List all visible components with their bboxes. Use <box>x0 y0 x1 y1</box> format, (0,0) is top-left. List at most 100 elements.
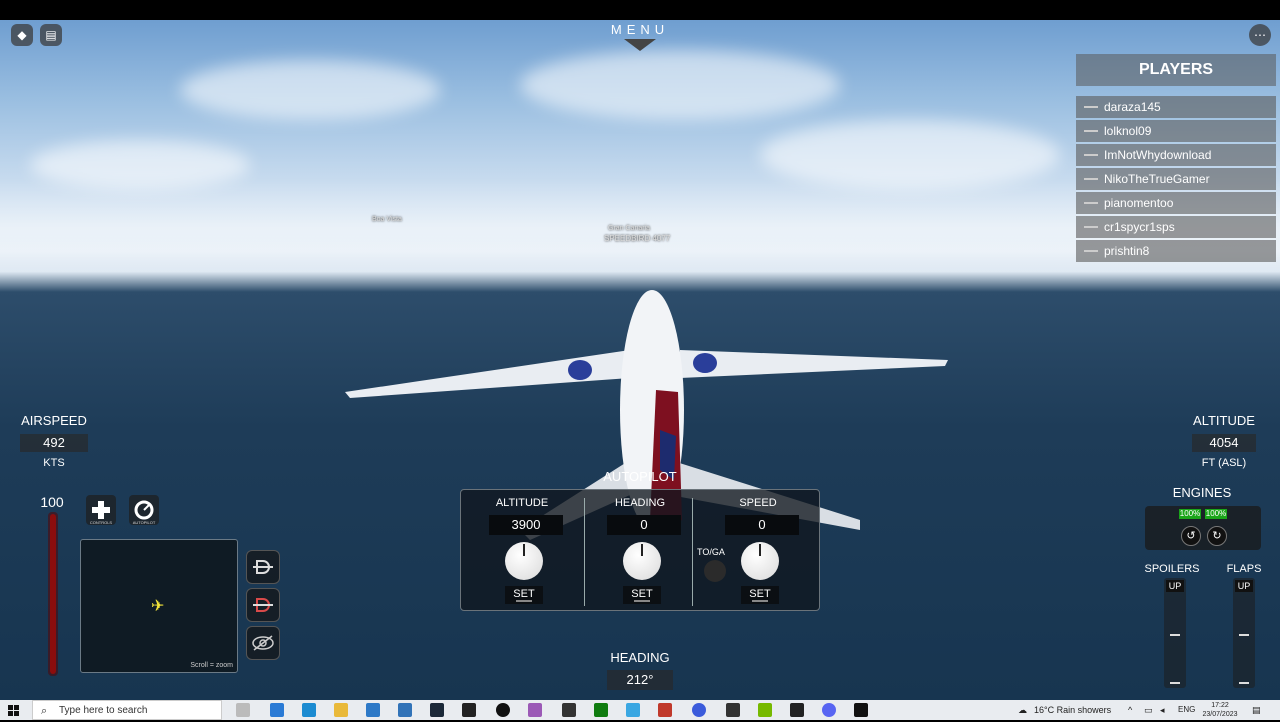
gauge-icon <box>134 500 154 520</box>
xbox-icon[interactable] <box>594 703 608 717</box>
controls-caption: CONTROLS <box>89 520 113 525</box>
spoilers-tick <box>1170 634 1180 636</box>
steam-icon[interactable] <box>430 703 444 717</box>
player-row[interactable]: cr1spycr1sps <box>1076 216 1276 238</box>
edge-browser-icon[interactable] <box>302 703 316 717</box>
clock-time: 17:22 <box>1211 702 1229 709</box>
player-row[interactable]: daraza145 <box>1076 96 1276 118</box>
windows-taskbar: ⌕ Type here to search ☁ 16°C Rain shower… <box>0 700 1280 720</box>
toga-label: TO/GA <box>697 547 725 557</box>
aircraft-callsign-label: SPEEDBIRD 4077 <box>604 234 671 243</box>
engine-left-toggle-icon[interactable]: ↺ <box>1181 526 1201 546</box>
app-icon[interactable] <box>496 703 510 717</box>
taskbar-search-input[interactable]: ⌕ Type here to search <box>32 700 222 720</box>
airspeed-unit: KTS <box>43 457 65 469</box>
menu-button[interactable]: MENU <box>600 22 680 51</box>
app-icon[interactable] <box>658 703 672 717</box>
gear-down-button[interactable] <box>246 550 280 584</box>
app-icon[interactable] <box>692 703 706 717</box>
language-indicator[interactable]: ENG <box>1178 700 1195 720</box>
mail-icon[interactable] <box>366 703 380 717</box>
weather-icon[interactable]: ☁ <box>1018 700 1028 720</box>
store-icon[interactable] <box>398 703 412 717</box>
engine-right-percent: 100% <box>1205 509 1227 519</box>
volume-icon[interactable]: ◂ <box>1160 700 1165 720</box>
file-explorer-icon[interactable] <box>334 703 348 717</box>
more-options-icon[interactable]: ⋯ <box>1249 24 1271 46</box>
landing-gear-icon <box>253 560 273 574</box>
ap-altitude-knob[interactable] <box>505 542 543 580</box>
cloud <box>180 60 440 120</box>
ap-heading-column: HEADING 0 SET <box>581 490 699 610</box>
spoilers-state: UP <box>1166 580 1184 592</box>
search-placeholder: Type here to search <box>59 705 148 716</box>
notification-icon[interactable]: ▤ <box>1252 700 1261 720</box>
ap-speed-knob[interactable] <box>741 542 779 580</box>
player-row[interactable]: NikoTheTrueGamer <box>1076 168 1276 190</box>
tray-chevron-icon[interactable]: ^ <box>1128 700 1132 720</box>
flaps-state: UP <box>1235 580 1253 592</box>
clock[interactable]: 17:22 23/07/2023 <box>1200 700 1240 719</box>
ap-speed-label: SPEED <box>739 497 777 509</box>
throttle-fill <box>50 514 56 674</box>
player-row[interactable]: pianomentoo <box>1076 192 1276 214</box>
menu-arrow-icon <box>624 39 656 51</box>
top-black-bar <box>0 0 1280 20</box>
autopilot-panel: ALTITUDE 3900 SET HEADING 0 SET SPEED 0 … <box>460 489 820 611</box>
player-row[interactable]: prishtin8 <box>1076 240 1276 262</box>
app-icon[interactable] <box>528 703 542 717</box>
app-icon[interactable] <box>562 703 576 717</box>
ap-heading-set-button[interactable]: SET <box>623 586 661 604</box>
throttle-value: 100 <box>40 494 64 510</box>
ap-speed-value[interactable]: 0 <box>725 515 799 535</box>
minimap-hint: Scroll = zoom <box>190 662 233 669</box>
spoilers-lever[interactable] <box>1164 578 1186 688</box>
ap-altitude-set-button[interactable]: SET <box>505 586 543 604</box>
player-list-title: PLAYERS <box>1076 54 1276 86</box>
autopilot-title: AUTOPILOT <box>603 469 677 484</box>
cloud <box>520 50 840 120</box>
ap-speed-set-button[interactable]: SET <box>741 586 779 604</box>
plane-marker-icon: ✈ <box>151 598 165 615</box>
app-icon[interactable] <box>270 703 284 717</box>
app-icon[interactable] <box>790 703 804 717</box>
engine-right-toggle-icon[interactable]: ↻ <box>1207 526 1227 546</box>
app-icon[interactable] <box>854 703 868 717</box>
windows-start-icon[interactable] <box>8 704 20 716</box>
brake-button[interactable] <box>246 588 280 622</box>
heading-label: HEADING <box>610 650 670 665</box>
ap-heading-knob[interactable] <box>623 542 661 580</box>
roblox-logo-icon[interactable]: ◆ <box>11 24 33 46</box>
epic-games-icon[interactable] <box>462 703 476 717</box>
nvidia-icon[interactable] <box>758 703 772 717</box>
player-row[interactable]: ImNotWhydownload <box>1076 144 1276 166</box>
engines-panel: 100% 100% ↺ ↻ <box>1145 506 1261 550</box>
altitude-unit: FT (ASL) <box>1201 457 1247 469</box>
altitude-value: 4054 <box>1192 434 1256 452</box>
ap-heading-label: HEADING <box>614 497 666 509</box>
controls-icon <box>92 501 110 519</box>
ap-altitude-value[interactable]: 3900 <box>489 515 563 535</box>
player-row[interactable]: lolknol09 <box>1076 120 1276 142</box>
app-icon[interactable] <box>626 703 640 717</box>
flaps-tick <box>1239 682 1249 684</box>
app-icon[interactable] <box>726 703 740 717</box>
map-label-gran-canaria: Gran Canaria <box>608 225 651 232</box>
chat-icon[interactable]: ▤ <box>40 24 62 46</box>
task-view-icon[interactable] <box>236 703 250 717</box>
ap-altitude-column: ALTITUDE 3900 SET <box>463 490 581 610</box>
clock-date: 23/07/2023 <box>1202 711 1238 718</box>
engines-label: ENGINES <box>1172 485 1232 500</box>
engine-left-percent: 100% <box>1179 509 1201 519</box>
weather-status[interactable]: 16°C Rain showers <box>1034 700 1111 720</box>
toga-button[interactable] <box>704 560 726 582</box>
map-label-boa-vista: Boa Vista <box>372 216 402 223</box>
hide-ui-button[interactable] <box>246 626 280 660</box>
flaps-tick <box>1239 634 1249 636</box>
heading-value: 212° <box>607 670 673 690</box>
ap-heading-value[interactable]: 0 <box>607 515 681 535</box>
flaps-lever[interactable] <box>1233 578 1255 688</box>
minimap[interactable]: ✈ Scroll = zoom <box>80 539 238 673</box>
network-icon[interactable]: ▭ <box>1144 700 1153 720</box>
discord-icon[interactable] <box>822 703 836 717</box>
